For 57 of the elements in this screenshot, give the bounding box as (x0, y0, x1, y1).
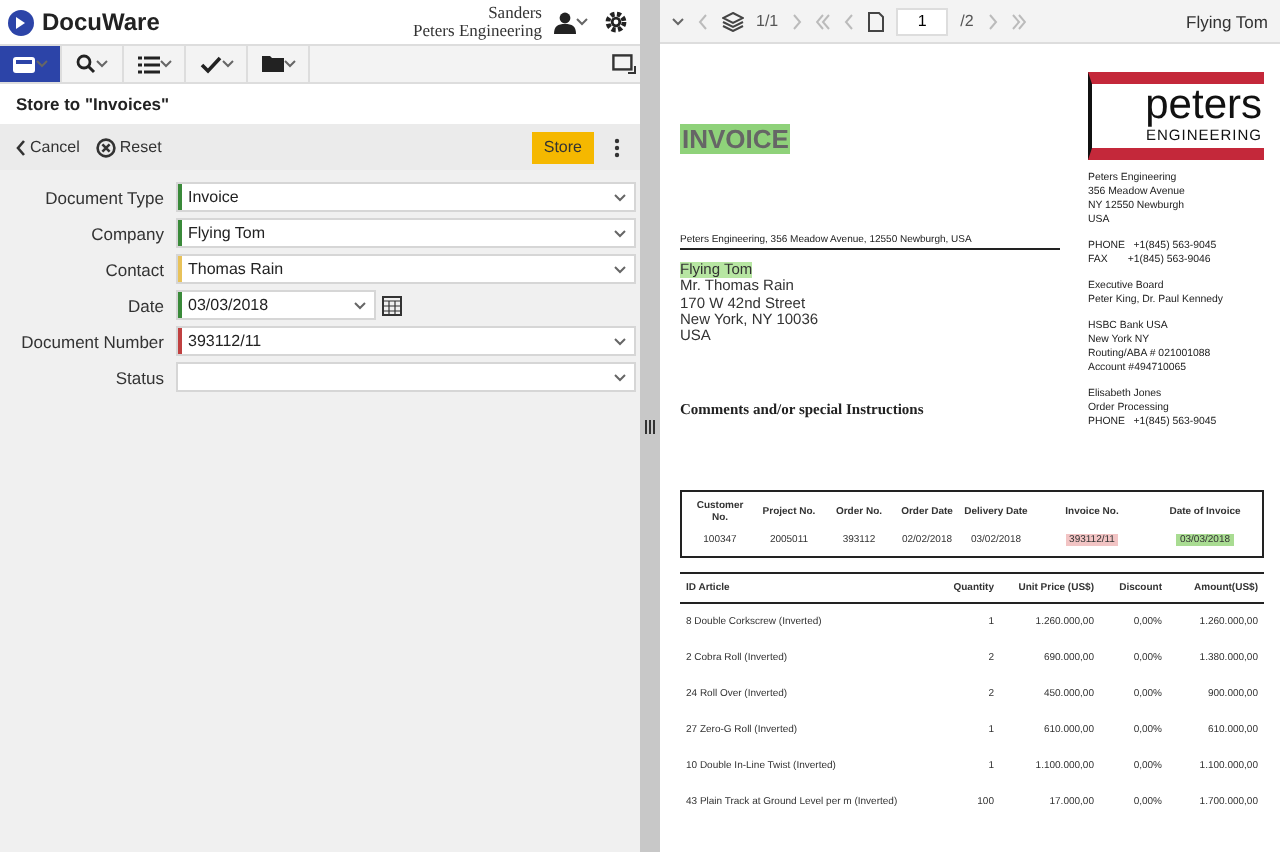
field-label: Company (89, 223, 164, 243)
logo-icon (8, 9, 34, 35)
chevron-left-icon (16, 139, 26, 155)
field-label: Document Number (19, 331, 164, 351)
select-field[interactable]: Thomas Rain (176, 254, 636, 284)
nav-tab[interactable] (0, 46, 62, 82)
user-icon (554, 11, 576, 33)
user-name: Sanders (488, 3, 542, 22)
chevron-down-icon (159, 60, 171, 68)
field-label: Status (113, 367, 164, 387)
close-circle-icon (95, 137, 116, 157)
store-button[interactable]: Store (531, 131, 594, 163)
store-dialog-title: Store to "Invoices" (16, 94, 170, 114)
chevron-down-icon (96, 60, 108, 68)
select-field[interactable] (176, 362, 636, 392)
chevron-down-icon (614, 229, 626, 237)
page-number-field[interactable]: 1 (896, 7, 949, 35)
document-name: Flying Tom (1186, 11, 1268, 31)
app-logo-text: DocuWare (42, 8, 160, 36)
field-label: Contact (103, 259, 164, 279)
inbox-icon (12, 55, 36, 73)
chevron-down-icon (614, 373, 626, 381)
chevron-down-icon (283, 60, 295, 68)
layers-icon[interactable] (722, 11, 744, 31)
monitor-icon (612, 54, 636, 74)
settings-button[interactable] (600, 10, 632, 34)
select-field[interactable]: Flying Tom (176, 218, 636, 248)
chevron-down-icon (354, 301, 366, 309)
settings-icon (604, 10, 628, 34)
more-button[interactable] (610, 137, 624, 157)
invoice-title: INVOICE (680, 124, 791, 154)
chevron-down-icon (614, 265, 626, 273)
more-icon (614, 137, 620, 157)
chevron-down-icon (614, 193, 626, 201)
page-icon (868, 11, 885, 31)
select-field[interactable]: 393112/11 (176, 326, 636, 356)
select-field[interactable]: Invoice (176, 182, 636, 212)
chevron-down-icon (36, 60, 48, 68)
layer-counter: 1/1 (756, 12, 779, 30)
reset-button[interactable]: Reset (95, 137, 162, 157)
field-label: Date (126, 295, 164, 315)
field-label: Document Type (43, 187, 164, 207)
search-icon (76, 54, 96, 74)
user-menu-button[interactable] (550, 11, 592, 33)
page-count: /2 (960, 12, 974, 30)
date-field[interactable]: 03/03/2018 (176, 290, 376, 320)
chevron-down-icon (672, 17, 684, 25)
cancel-button[interactable]: Cancel (16, 138, 80, 156)
chevron-down-icon (614, 337, 626, 345)
chevron-down-icon (221, 60, 233, 68)
organization-name: Peters Engineering (413, 22, 542, 41)
list-icon (137, 55, 159, 73)
chevron-down-icon (576, 18, 588, 26)
resize-handle-icon[interactable] (644, 419, 656, 433)
folder-icon (261, 56, 283, 72)
calendar-icon[interactable] (382, 295, 402, 315)
checkmark-icon (199, 55, 221, 73)
